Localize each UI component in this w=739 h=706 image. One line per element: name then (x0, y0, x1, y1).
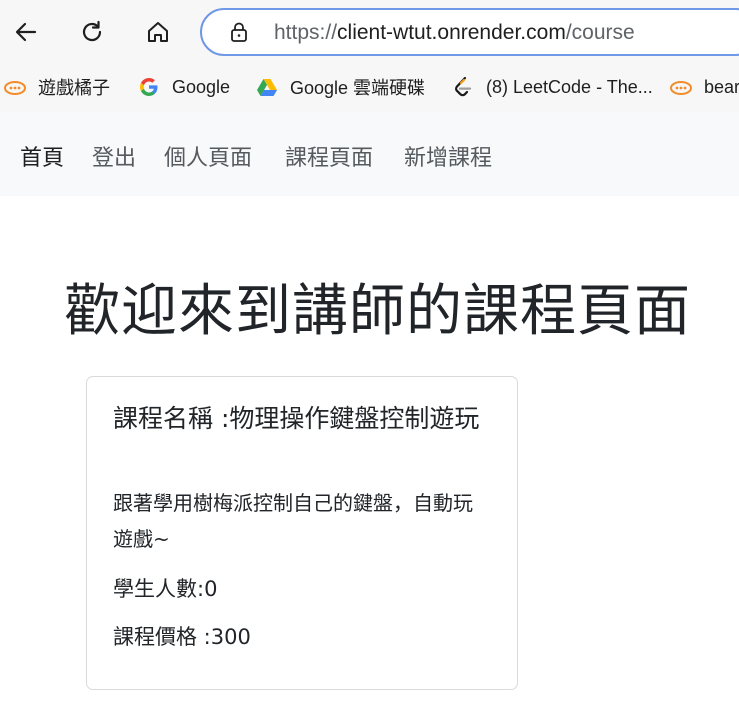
bookmark-label: Google 雲端硬碟 (290, 78, 426, 98)
page-title: 歡迎來到講師的課程頁面 (64, 279, 691, 344)
bookmark-item[interactable]: 遊戲橘子 (4, 74, 110, 100)
url-text[interactable]: https://client-wtut.onrender.com/course (274, 21, 635, 45)
site-navbar: 首頁 登出 個人頁面 課程頁面 新增課程 (0, 112, 739, 196)
nav-home-link[interactable]: 首頁 (20, 140, 64, 172)
bookmarks-bar: 遊戲橘子 Google Google 雲端硬碟 (8) LeetCode - T… (0, 64, 739, 112)
bookmark-label: 遊戲橘子 (38, 78, 110, 98)
nav-profile-link[interactable]: 個人頁面 (164, 140, 252, 172)
course-card: 課程名稱 :物理操作鍵盤控制遊玩 跟著學用樹梅派控制自己的鍵盤，自動玩遊戲~ 學… (86, 376, 518, 690)
orange-game-icon (670, 81, 692, 95)
bookmark-label: bear (704, 76, 739, 97)
course-description: 跟著學用樹梅派控制自己的鍵盤，自動玩遊戲~ (113, 491, 473, 551)
bookmark-item[interactable]: Google (138, 74, 230, 100)
url-scheme: https:// (274, 21, 338, 44)
url-host: client-wtut.onrender.com (337, 21, 566, 44)
lock-icon[interactable] (228, 21, 250, 43)
bookmark-item[interactable]: (8) LeetCode - The... (452, 74, 653, 100)
address-bar[interactable]: https://client-wtut.onrender.com/course (200, 8, 739, 56)
leetcode-icon (455, 76, 472, 97)
home-button[interactable] (140, 14, 176, 50)
back-button[interactable] (8, 14, 44, 50)
nav-logout-link[interactable]: 登出 (92, 140, 136, 172)
browser-toolbar: https://client-wtut.onrender.com/course (0, 0, 739, 64)
arrow-left-icon (15, 22, 37, 42)
bookmark-label: (8) LeetCode - The... (486, 76, 653, 97)
bookmark-item[interactable]: bear (670, 74, 739, 100)
reload-icon (82, 20, 102, 42)
reload-button[interactable] (74, 14, 110, 50)
bookmark-item[interactable]: Google 雲端硬碟 (256, 74, 425, 100)
course-name: 課程名稱 :物理操作鍵盤控制遊玩 (113, 404, 480, 433)
url-path: /course (565, 21, 635, 44)
student-count: 學生人數:0 (113, 577, 218, 601)
orange-game-icon (4, 81, 26, 95)
bookmark-label: Google (172, 76, 231, 97)
google-icon (140, 78, 158, 96)
google-drive-icon (257, 79, 277, 96)
home-icon (148, 22, 168, 42)
nav-courses-link[interactable]: 課程頁面 (285, 140, 373, 172)
nav-new-course-link[interactable]: 新增課程 (404, 140, 492, 172)
course-price: 課程價格 :300 (113, 625, 251, 649)
browser-chrome: https://client-wtut.onrender.com/course … (0, 0, 739, 112)
